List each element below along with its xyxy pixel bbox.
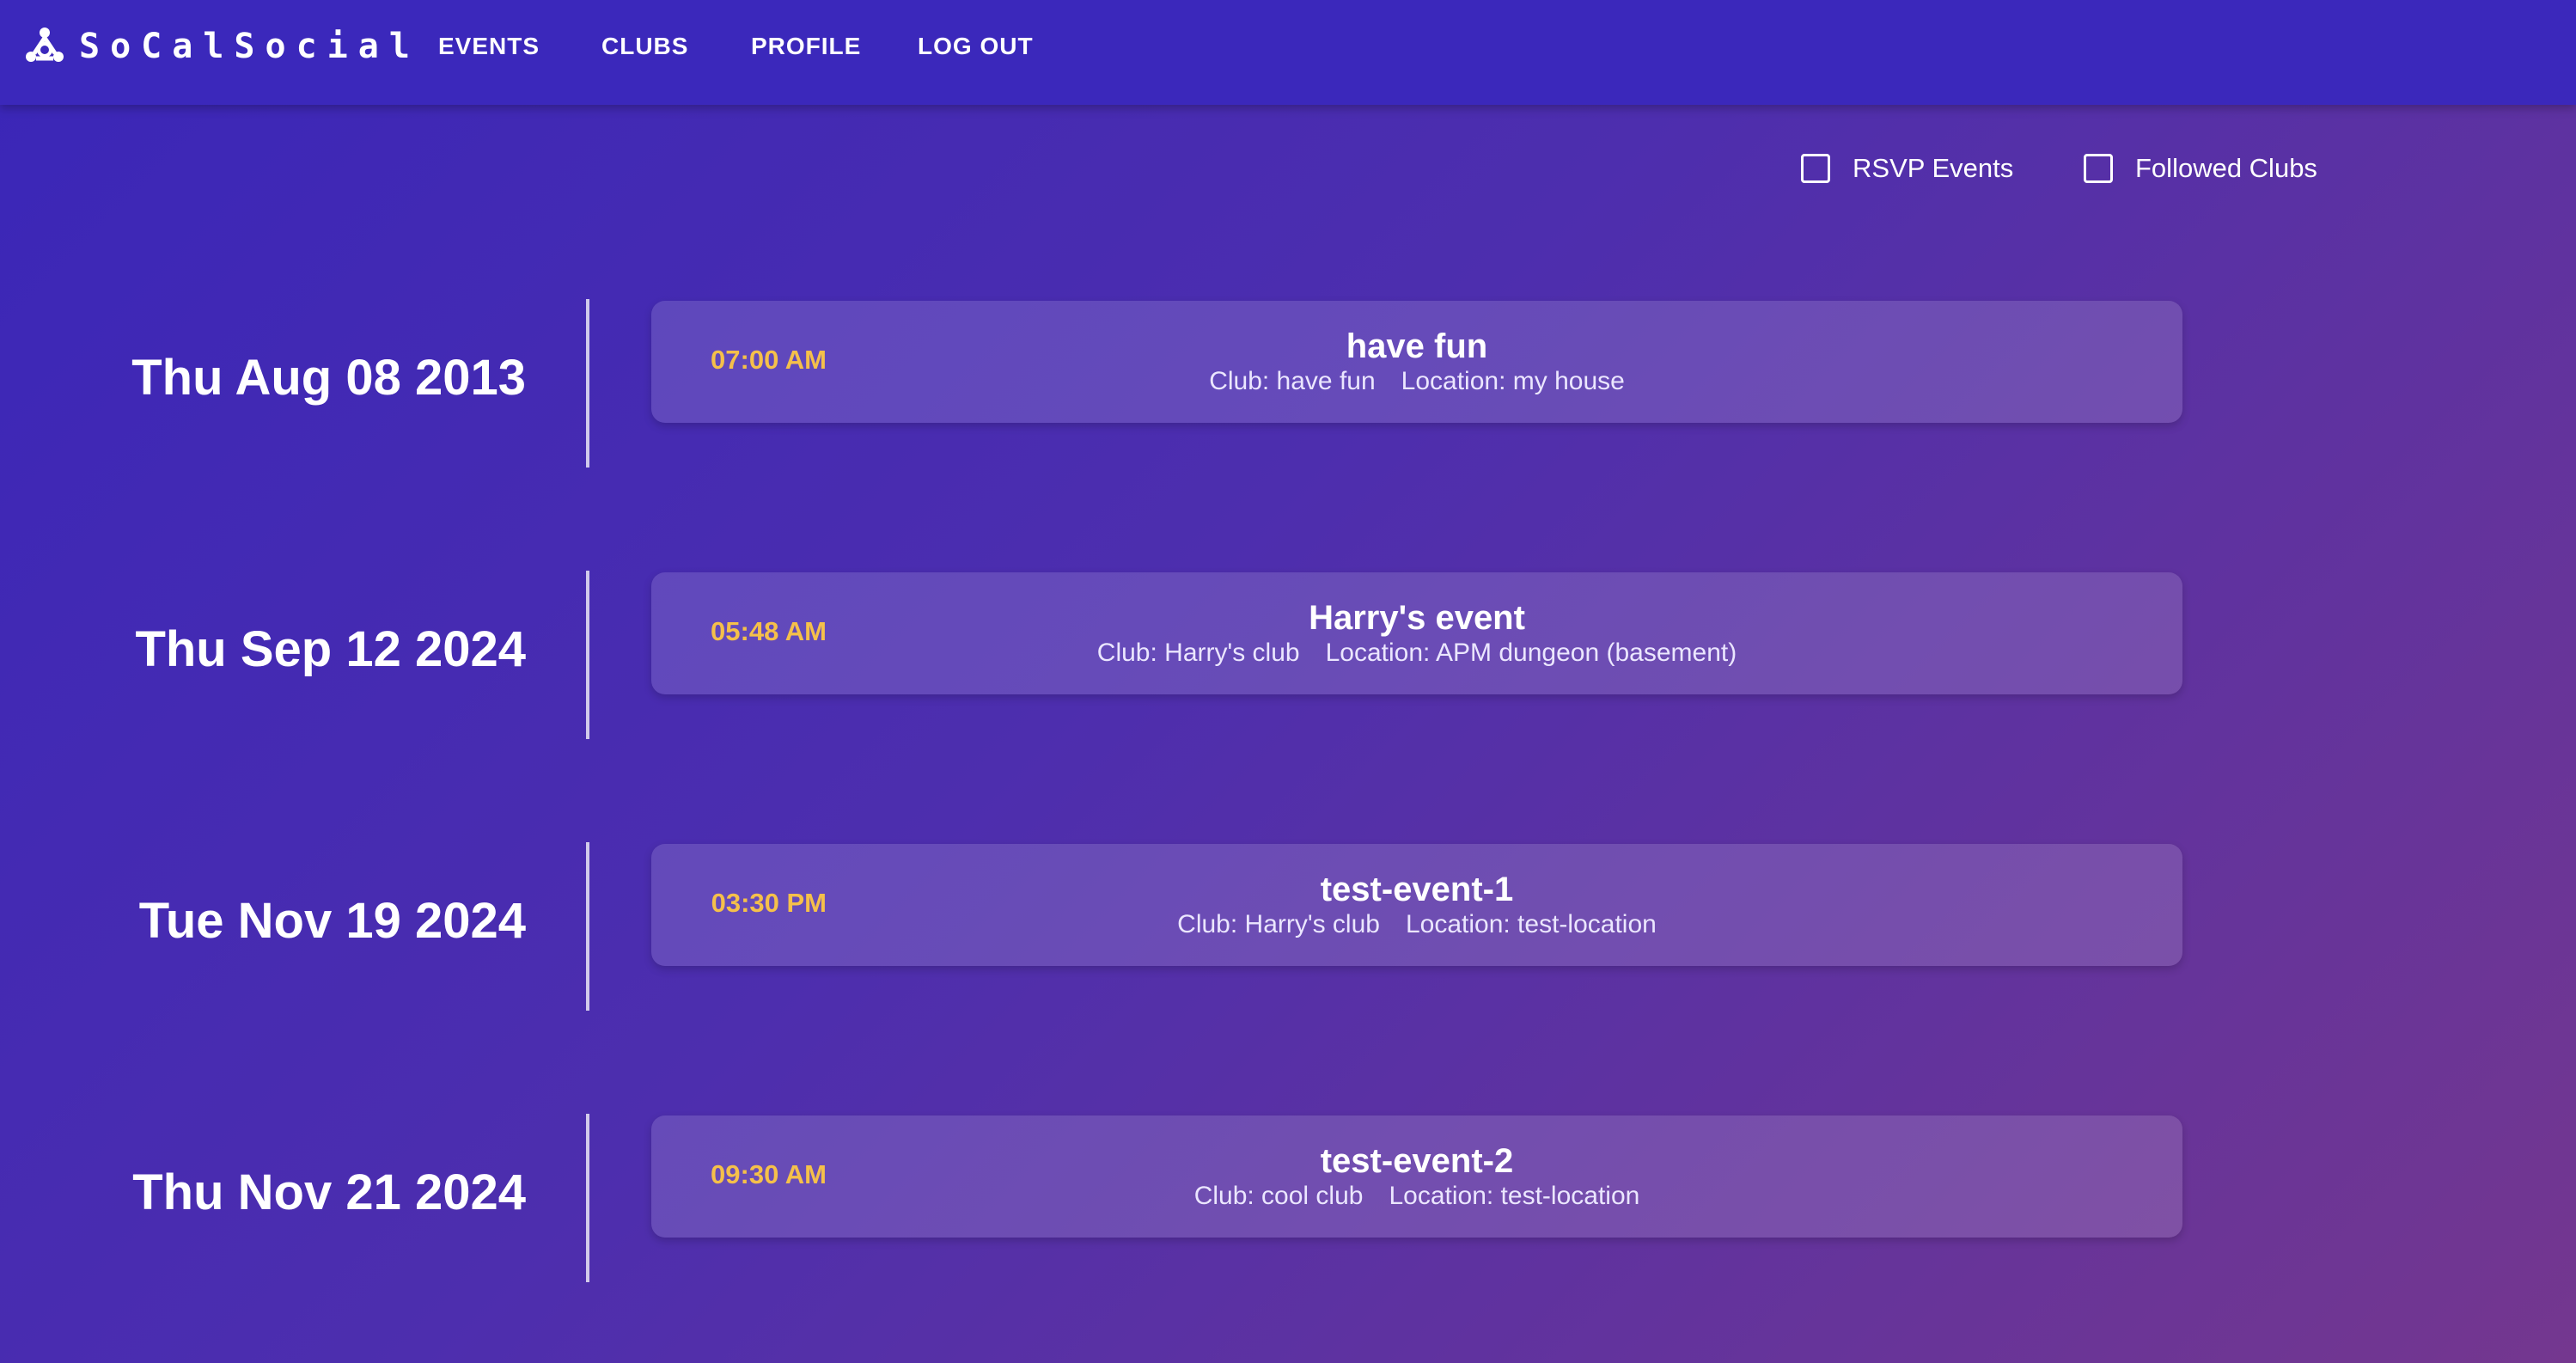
event-title: test-event-2 [1320,1142,1514,1180]
event-card[interactable]: 03:30 PM test-event-1 Club: Harry's club… [651,844,2182,966]
event-meta: Club: Harry's club Location: APM dungeon … [651,638,2182,669]
followed-clubs-checkbox[interactable] [2084,154,2113,183]
event-club: Club: have fun [1209,367,1376,395]
event-row: Thu Sep 12 2024 05:48 AM Harry's event C… [0,571,2576,739]
event-location: Location: my house [1401,367,1625,395]
event-date: Thu Aug 08 2013 [131,350,526,406]
event-date: Thu Nov 21 2024 [132,1164,526,1220]
nav-events[interactable]: EVENTS [438,31,540,62]
event-row: Tue Nov 19 2024 03:30 PM test-event-1 Cl… [0,842,2576,1011]
event-card[interactable]: 05:48 AM Harry's event Club: Harry's clu… [651,572,2182,694]
event-club: Club: Harry's club [1096,639,1300,667]
event-row: Thu Nov 21 2024 09:30 AM test-event-2 Cl… [0,1114,2576,1282]
event-meta: Club: cool club Location: test-location [651,1181,2182,1212]
followed-clubs-label: Followed Clubs [2135,153,2317,183]
rsvp-events-filter[interactable]: RSVP Events [1801,153,2013,184]
event-date: Thu Sep 12 2024 [135,621,526,677]
event-title: have fun [1346,327,1488,365]
event-club: Club: Harry's club [1177,910,1380,938]
event-title: test-event-1 [1320,871,1514,908]
event-details: have fun Club: have fun Location: my hous… [651,327,2182,397]
event-meta: Club: Harry's club Location: test-locatio… [651,909,2182,940]
event-details: test-event-1 Club: Harry's club Location:… [651,870,2182,940]
timeline-divider [586,842,589,1011]
rsvp-events-label: RSVP Events [1853,153,2014,183]
timeline-divider [586,299,589,468]
event-card[interactable]: 07:00 AM have fun Club: have fun Location… [651,301,2182,423]
event-row: Thu Aug 08 2013 07:00 AM have fun Club: … [0,299,2576,468]
event-meta: Club: have fun Location: my house [651,366,2182,397]
app-bar: SoCalSocial EVENTS CLUBS PROFILE LOG OUT [0,0,2576,105]
followed-clubs-filter[interactable]: Followed Clubs [2084,153,2317,184]
nav-logout[interactable]: LOG OUT [918,31,1034,62]
nav-clubs[interactable]: CLUBS [601,31,688,62]
event-title: Harry's event [1309,599,1525,637]
event-details: Harry's event Club: Harry's club Location… [651,598,2182,669]
brand-name: SoCalSocial [79,27,420,66]
event-location: Location: test-location [1405,910,1657,938]
event-card[interactable]: 09:30 AM test-event-2 Club: cool club Loc… [651,1115,2182,1238]
timeline-divider [586,571,589,739]
event-location: Location: APM dungeon (basement) [1325,639,1737,667]
people-network-icon [26,28,64,62]
rsvp-events-checkbox[interactable] [1801,154,1830,183]
timeline-divider [586,1114,589,1282]
event-details: test-event-2 Club: cool club Location: te… [651,1141,2182,1212]
event-club: Club: cool club [1193,1182,1364,1210]
event-date: Tue Nov 19 2024 [138,893,526,949]
event-location: Location: test-location [1389,1182,1640,1210]
brand[interactable]: SoCalSocial [22,24,420,69]
nav-profile[interactable]: PROFILE [751,31,861,62]
